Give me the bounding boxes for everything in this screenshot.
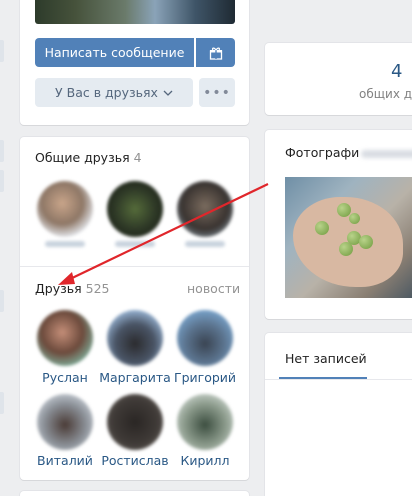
gutter-mark (0, 40, 4, 62)
send-message-button[interactable]: Написать сообщение (35, 38, 194, 67)
tab-active-underline (279, 377, 367, 379)
counters-card (265, 43, 412, 115)
gutter-mark (0, 140, 4, 162)
gift-button[interactable] (196, 38, 235, 67)
common-friends-header[interactable]: Общие друзья 4 (35, 150, 142, 165)
friend-name[interactable]: Кирилл (165, 453, 245, 468)
common-friends-count: 4 (133, 150, 142, 165)
gift-icon (209, 47, 222, 60)
common-friend-avatar[interactable] (37, 181, 93, 237)
friends-count: 525 (85, 281, 110, 296)
profile-photo[interactable] (35, 0, 235, 24)
friend-avatar[interactable] (37, 310, 93, 366)
common-friends-counter-label[interactable]: общих др (359, 87, 412, 101)
common-friend-name-blurred[interactable] (185, 241, 225, 247)
more-icon: ••• (203, 84, 231, 101)
gutter-mark (0, 290, 4, 312)
common-friend-avatar[interactable] (177, 181, 233, 237)
friend-name[interactable]: Руслан (25, 370, 105, 385)
tabs-divider (265, 379, 412, 380)
common-friend-name-blurred[interactable] (115, 241, 155, 247)
section-divider (20, 266, 249, 267)
common-friend-name-blurred[interactable] (45, 241, 85, 247)
friend-status-button[interactable]: У Вас в друзьях (35, 78, 193, 107)
olive-shape (349, 213, 360, 224)
chevron-down-icon (163, 90, 173, 96)
friend-name[interactable]: Григорий (165, 370, 245, 385)
more-actions-button[interactable]: ••• (199, 78, 235, 107)
olive-shape (315, 221, 329, 235)
friend-status-label: У Вас в друзьях (55, 85, 158, 100)
friend-avatar[interactable] (177, 310, 233, 366)
friends-title: Друзья (35, 281, 82, 296)
friend-avatar[interactable] (107, 394, 163, 450)
friend-avatar[interactable] (37, 394, 93, 450)
common-friend-avatar[interactable] (107, 181, 163, 237)
gutter-mark (0, 170, 4, 192)
friend-avatar[interactable] (177, 394, 233, 450)
common-friends-counter-value[interactable]: 4 (391, 61, 402, 82)
friends-header[interactable]: Друзья 525 (35, 281, 110, 296)
common-friends-title: Общие друзья (35, 150, 130, 165)
gutter-mark (0, 392, 4, 414)
photos-title-text: Фотографи (285, 145, 360, 160)
friend-name[interactable]: Маргарита (95, 370, 175, 385)
friend-avatar[interactable] (107, 310, 163, 366)
olive-shape (339, 242, 353, 256)
friend-name[interactable]: Ростислав (95, 453, 175, 468)
friend-name[interactable]: Виталий (25, 453, 105, 468)
photos-title[interactable]: Фотографи (285, 145, 412, 160)
next-card-edge (20, 491, 249, 496)
olive-shape (359, 235, 373, 249)
photo-thumbnail[interactable] (285, 177, 412, 298)
photos-count-blurred (361, 149, 412, 158)
friends-news-link[interactable]: новости (187, 281, 240, 296)
tab-no-posts[interactable]: Нет записей (285, 351, 367, 366)
